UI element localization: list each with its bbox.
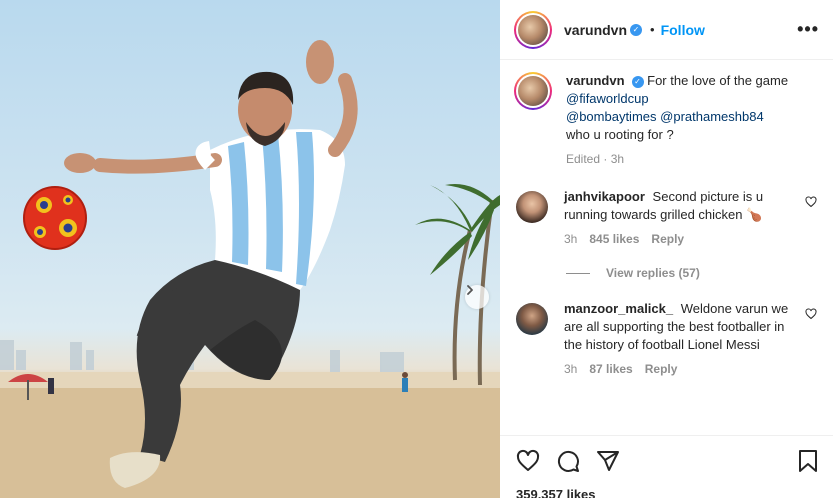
save-button[interactable] bbox=[797, 449, 819, 473]
share-button[interactable] bbox=[596, 449, 620, 473]
author-avatar[interactable] bbox=[514, 10, 552, 49]
caption-edited-time: Edited · 3h bbox=[566, 152, 625, 166]
mention-link[interactable]: @prathameshb84 bbox=[660, 109, 764, 124]
view-replies-button[interactable]: View replies (57) bbox=[566, 266, 819, 280]
share-icon bbox=[597, 450, 619, 471]
bookmark-icon bbox=[799, 449, 817, 472]
more-icon[interactable]: ••• bbox=[797, 19, 819, 40]
comment-username[interactable]: janhvikapoor bbox=[564, 189, 645, 204]
caption-username[interactable]: varundvn bbox=[566, 73, 625, 88]
post-header: varundvn ✓ • Follow ••• bbox=[500, 0, 833, 60]
comment-likes[interactable]: 87 likes bbox=[589, 362, 632, 376]
like-button[interactable] bbox=[516, 449, 540, 473]
likes-count[interactable]: 359,357 likes bbox=[516, 487, 596, 498]
reply-button[interactable]: Reply bbox=[645, 362, 678, 376]
comment-item: manzoor_malick_ Weldone varun we are all… bbox=[514, 300, 819, 376]
comments-list: varundvn ✓ For the love of the game @fifa… bbox=[500, 60, 833, 376]
verified-icon: ✓ bbox=[630, 23, 643, 36]
comment-button[interactable] bbox=[556, 449, 580, 473]
verified-icon: ✓ bbox=[631, 76, 644, 88]
mention-link[interactable]: @bombaytimes bbox=[566, 109, 657, 124]
mention-link[interactable]: @fifaworldcup bbox=[566, 91, 649, 106]
commenter-avatar[interactable] bbox=[516, 303, 548, 335]
comment-icon bbox=[557, 450, 579, 472]
action-bar bbox=[500, 435, 833, 485]
caption-text: For the love of the game bbox=[647, 73, 789, 88]
football bbox=[23, 186, 87, 250]
heart-icon bbox=[516, 449, 540, 471]
caption: varundvn ✓ For the love of the game @fifa… bbox=[514, 72, 819, 166]
caption-avatar[interactable] bbox=[514, 72, 552, 110]
commenter-avatar[interactable] bbox=[516, 191, 548, 223]
chevron-right-icon bbox=[467, 285, 473, 295]
comment-time: 3h bbox=[564, 362, 578, 376]
heart-icon[interactable] bbox=[805, 196, 817, 208]
comment-username[interactable]: manzoor_malick_ bbox=[564, 301, 673, 316]
post-photo[interactable] bbox=[0, 0, 500, 498]
follow-button[interactable]: Follow bbox=[661, 22, 705, 38]
replies-divider bbox=[566, 272, 590, 274]
caption-tail: who u rooting for ? bbox=[566, 127, 674, 142]
photo-illustration bbox=[0, 40, 500, 498]
next-photo-button[interactable] bbox=[465, 285, 489, 309]
author-username[interactable]: varundvn bbox=[564, 22, 627, 38]
reply-button[interactable]: Reply bbox=[651, 232, 684, 246]
post-side-panel: varundvn ✓ • Follow ••• varundvn ✓ For th… bbox=[500, 0, 833, 498]
heart-icon[interactable] bbox=[805, 308, 817, 320]
separator-dot: • bbox=[650, 22, 655, 37]
comment-likes[interactable]: 845 likes bbox=[589, 232, 639, 246]
comment-item: janhvikapoor Second picture is u running… bbox=[514, 188, 819, 246]
comment-time: 3h bbox=[564, 232, 578, 246]
view-replies-label: View replies (57) bbox=[606, 266, 700, 280]
